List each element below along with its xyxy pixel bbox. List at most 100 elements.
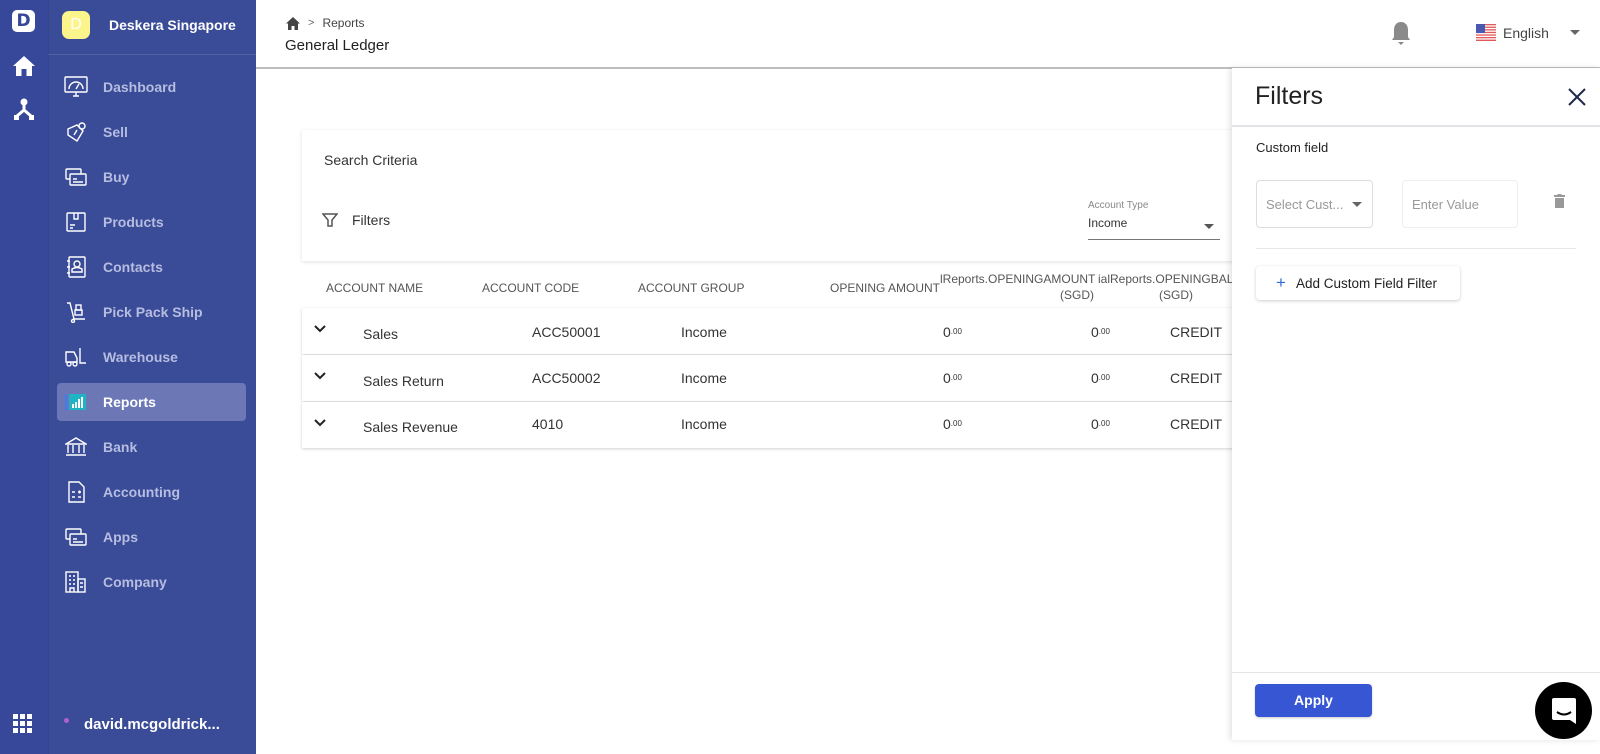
table-row[interactable]: Sales Return ACC50002 Income 0.00 0.00 C… [302,355,1242,401]
bank-icon [63,434,89,460]
sidebar-nav: Dashboard Sell Buy Products Contacts Pic… [48,62,256,608]
amount-int: 0 [1091,416,1099,432]
balance-type: CREDIT [1170,370,1223,386]
sidebar-item-label: Warehouse [103,349,178,365]
sidebar-item-label: Reports [103,394,156,410]
opening-amount: 0.00 [943,416,962,432]
account-type-select[interactable]: Account Type Income [1088,200,1220,240]
opening-amount: 0.00 [943,324,962,340]
expand-chevron-icon[interactable] [314,325,326,333]
add-custom-field-filter-button[interactable]: + Add Custom Field Filter [1256,266,1460,300]
sidebar-item-buy[interactable]: Buy [57,158,246,196]
column-opening-balance-sgd-unit: (SGD) [1159,288,1193,302]
box-icon [63,209,89,235]
apply-button[interactable]: Apply [1255,684,1372,717]
account-type-value: Income [1088,216,1128,230]
sidebar-item-pick-pack-ship[interactable]: Pick Pack Ship [57,293,246,331]
account-code: ACC50001 [532,324,601,340]
user-profile[interactable]: david.mcgoldrick... [48,712,256,742]
chevron-down-icon [1204,224,1214,229]
home-icon[interactable] [11,53,37,79]
forklift-icon [63,344,89,370]
sidebar-item-label: Contacts [103,259,163,275]
sidebar-item-reports[interactable]: Reports [57,383,246,421]
cards-icon [63,164,89,190]
account-group: Income [681,370,727,386]
amount-dec: .00 [950,419,962,428]
sidebar-item-label: Apps [103,529,138,545]
breadcrumb: > Reports [286,16,364,30]
account-name: Sales Revenue [363,419,458,435]
amount-dec: .00 [1098,327,1110,336]
sidebar-item-sell[interactable]: Sell [57,113,246,151]
sidebar-item-label: Company [103,574,167,590]
org-tree-icon[interactable] [11,96,37,122]
divider [1232,125,1600,127]
account-name: Sales [363,326,399,342]
balance-type: CREDIT [1170,416,1223,432]
search-criteria-card: Search Criteria Filters Account Type Inc… [302,130,1242,261]
amount-dec: .00 [1098,373,1110,382]
sidebar-item-label: Products [103,214,164,230]
divider [1256,248,1576,249]
language-selector[interactable]: English [1476,24,1580,41]
custom-field-label: Custom field [1256,140,1329,155]
home-icon[interactable] [286,16,300,30]
custom-field-value-input[interactable] [1402,180,1518,228]
sidebar-item-label: Pick Pack Ship [103,304,203,320]
sidebar-item-company[interactable]: Company [57,563,246,601]
column-opening-amount-sgd[interactable]: lReports.OPENINGAMOUNT [940,272,1095,286]
chat-launcher-button[interactable] [1535,682,1592,739]
table-row[interactable]: Sales Revenue 4010 Income 0.00 0.00 CRED… [302,402,1242,448]
custom-field-select[interactable]: Select Cust... [1256,180,1373,228]
add-custom-field-filter-label: Add Custom Field Filter [1295,275,1437,291]
column-account-name[interactable]: ACCOUNT NAME [326,281,423,295]
user-name: david.mcgoldrick... [84,716,220,733]
column-account-code[interactable]: ACCOUNT CODE [482,281,579,295]
sidebar-item-label: Bank [103,439,138,455]
trash-icon[interactable] [1554,194,1565,208]
sidebar-item-label: Buy [103,169,130,185]
dashboard-icon [63,74,89,100]
sidebar-item-contacts[interactable]: Contacts [57,248,246,286]
search-criteria-title: Search Criteria [324,152,418,168]
app-rail: D [0,0,48,754]
sidebar-item-apps[interactable]: Apps [57,518,246,556]
sidebar-item-products[interactable]: Products [57,203,246,241]
deskera-logo[interactable]: D [12,10,35,32]
sidebar-item-warehouse[interactable]: Warehouse [57,338,246,376]
sidebar-item-accounting[interactable]: Accounting [57,473,246,511]
divider [1232,672,1600,673]
org-switcher[interactable]: D Deskera Singapore [48,0,256,55]
balance-type: CREDIT [1170,324,1223,340]
column-opening-amount[interactable]: OPENING AMOUNT [830,281,940,295]
amount-int: 0 [943,324,951,340]
apps-grid-icon[interactable] [13,714,33,734]
sidebar: D Deskera Singapore Dashboard Sell Buy P… [48,0,256,754]
filter-icon [322,213,338,227]
amount-int: 0 [943,370,951,386]
breadcrumb-reports[interactable]: Reports [322,16,364,30]
opening-amount: 0.00 [943,370,962,386]
table-row[interactable]: Sales ACC50001 Income 0.00 0.00 CREDIT [302,308,1242,354]
sidebar-item-bank[interactable]: Bank [57,428,246,466]
chat-icon [1551,697,1576,724]
sidebar-item-dashboard[interactable]: Dashboard [57,68,246,106]
opening-amount-sgd: 0.00 [1091,416,1110,432]
amount-int: 0 [1091,324,1099,340]
column-opening-balance-sgd[interactable]: ialReports.OPENINGBALA [1098,272,1232,286]
org-avatar: D [62,11,90,39]
amount-dec: .00 [1098,419,1110,428]
account-group: Income [681,324,727,340]
sidebar-item-label: Accounting [103,484,180,500]
language-label: English [1503,24,1549,41]
close-icon[interactable] [1568,88,1586,106]
top-header: > Reports General Ledger English [256,0,1600,69]
org-name: Deskera Singapore [109,17,236,33]
expand-chevron-icon[interactable] [314,419,326,427]
chevron-down-icon [1570,30,1580,35]
bell-icon[interactable] [1391,21,1411,50]
expand-chevron-icon[interactable] [314,372,326,380]
filters-button[interactable]: Filters [322,212,390,228]
column-account-group[interactable]: ACCOUNT GROUP [638,281,744,295]
